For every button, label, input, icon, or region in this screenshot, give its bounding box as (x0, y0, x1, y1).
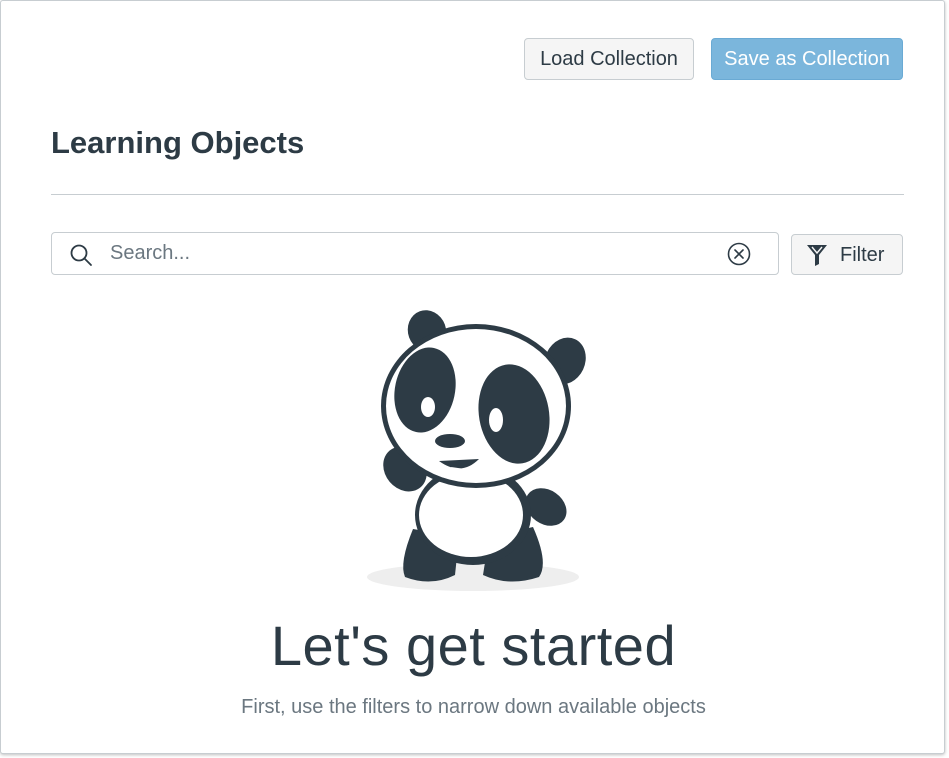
panda-illustration (367, 310, 586, 591)
page-title: Learning Objects (51, 125, 305, 160)
search-icon (70, 244, 92, 266)
clear-search-icon[interactable] (727, 242, 751, 266)
filter-label: Filter (840, 244, 885, 266)
load-collection-button[interactable]: Load Collection (524, 38, 694, 80)
empty-state-subtext: First, use the filters to narrow down av… (241, 696, 706, 718)
search-box[interactable] (51, 232, 779, 275)
title-divider (51, 194, 904, 195)
empty-state-headline: Let's get started (270, 614, 677, 677)
search-input[interactable] (110, 238, 710, 269)
save-as-collection-button[interactable]: Save as Collection (711, 38, 903, 80)
filter-funnel-icon (807, 245, 827, 266)
learning-objects-panel: Load Collection Save as Collection Learn… (0, 0, 945, 754)
filter-button[interactable]: Filter (791, 234, 903, 275)
